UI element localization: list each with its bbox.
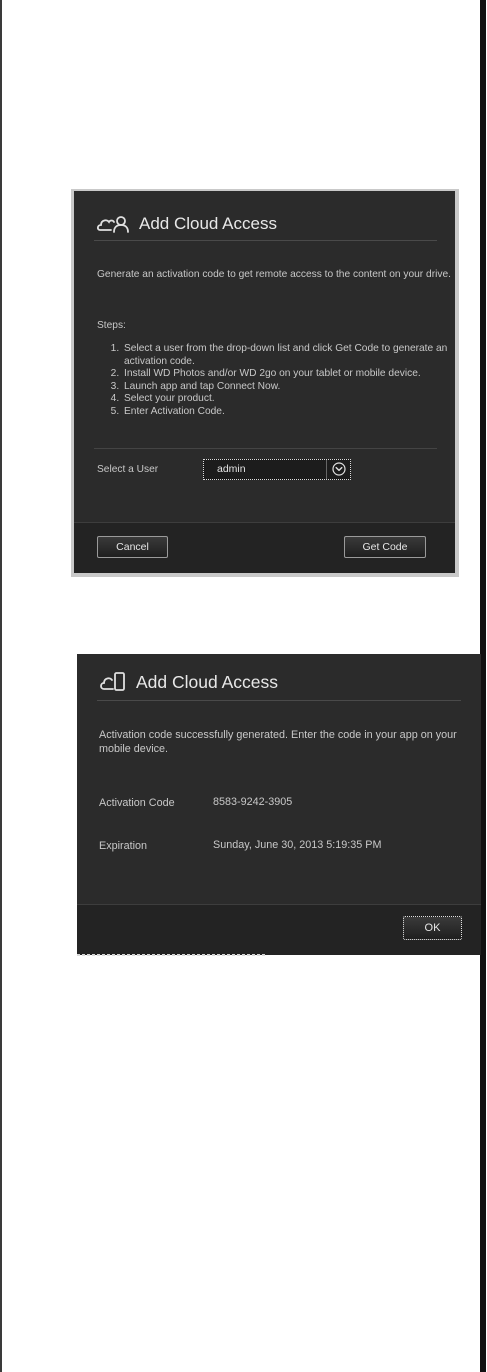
- select-user-label: Select a User: [97, 464, 159, 475]
- select-user-value: admin: [217, 463, 246, 475]
- dialog1-title: Add Cloud Access: [139, 214, 277, 233]
- ok-button[interactable]: OK: [403, 916, 462, 940]
- dialog1-title-separator: [94, 240, 437, 241]
- step-item: Select your product.: [122, 393, 462, 406]
- chevron-down-icon[interactable]: [332, 462, 346, 476]
- dialog1-intro-text: Generate an activation code to get remot…: [97, 269, 451, 280]
- expiration-value: Sunday, June 30, 2013 5:19:35 PM: [213, 839, 382, 851]
- activation-code-value: 8583-9242-3905: [213, 796, 293, 808]
- dialog2-bottom-edge: [77, 954, 267, 956]
- steps-label: Steps:: [97, 320, 126, 331]
- cancel-button[interactable]: Cancel: [97, 536, 168, 558]
- dialog2-footer: OK: [77, 904, 481, 955]
- steps-list: Select a user from the drop-down list an…: [98, 343, 462, 419]
- get-code-button[interactable]: Get Code: [344, 536, 426, 558]
- dialog1-section-separator: [94, 448, 437, 449]
- step-item: Select a user from the drop-down list an…: [122, 343, 462, 368]
- add-cloud-access-dialog: Add Cloud Access Generate an activation …: [74, 191, 455, 573]
- success-message: Activation code successfully generated. …: [99, 729, 457, 755]
- dialog1-footer: Cancel Get Code: [74, 522, 455, 573]
- step-item: Enter Activation Code.: [122, 406, 462, 419]
- manual-page: Add Cloud Access Generate an activation …: [0, 0, 487, 1372]
- expiration-label: Expiration: [99, 840, 148, 852]
- page-left-rule: [0, 0, 2, 1372]
- select-user-dropdown[interactable]: admin: [203, 459, 351, 480]
- dialog2-title: Add Cloud Access: [136, 671, 279, 692]
- dialog1-header: Add Cloud Access: [97, 211, 277, 237]
- dropdown-divider: [326, 460, 327, 479]
- activation-code-label: Activation Code: [99, 797, 175, 809]
- dialog2-title-separator: [97, 700, 461, 701]
- activation-code-dialog: Add Cloud Access Activation code success…: [77, 654, 481, 955]
- dialog2-header: Add Cloud Access: [99, 669, 278, 695]
- step-item: Launch app and tap Connect Now.: [122, 381, 462, 394]
- cloud-user-icon: [97, 216, 129, 233]
- step-item: Install WD Photos and/or WD 2go on your …: [122, 368, 462, 381]
- cloud-mobile-icon: [100, 672, 125, 691]
